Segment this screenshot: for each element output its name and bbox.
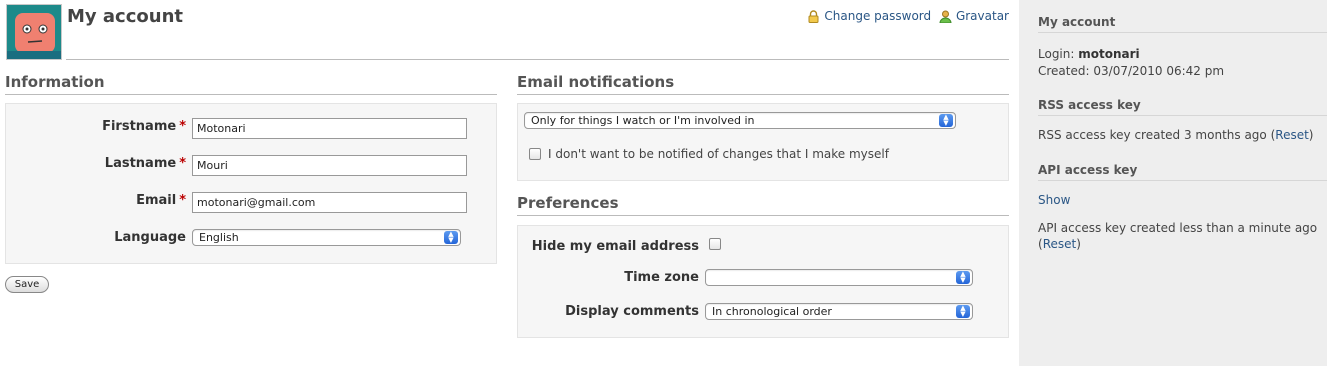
created-label: Created: [1038,64,1090,78]
api-info-line2: (Reset) [1038,236,1081,252]
avatar-face-icon [7,5,61,59]
information-box: Firstname* Lastname* Email* Language Eng… [5,103,497,264]
login-value: motonari [1078,47,1140,61]
rss-text: RSS access key created 3 months ago ( [1038,128,1276,142]
save-button[interactable]: Save [5,276,49,293]
api-close: ) [1076,237,1081,251]
time-zone-label: Time zone [624,270,699,285]
display-comments-label: Display comments [565,304,699,319]
sidebar: My account Login: motonari Created: 03/0… [1019,0,1327,366]
contextual-links: Change password Gravatar [803,9,1009,26]
gravatar-label: Gravatar [955,9,1009,23]
lastname-label: Lastname * [105,156,186,171]
select-arrows-icon: ▲ ▼ [939,114,953,127]
email-notifications-box: Only for things I watch or I'm involved … [517,103,1009,181]
rss-heading: RSS access key [1038,98,1327,116]
preferences-box: Hide my email address Time zone ▲ ▼ Displ… [517,225,1009,338]
sidebar-heading: My account [1038,15,1327,33]
email-label: Email * [136,193,186,208]
language-select[interactable]: English ▲ ▼ [192,229,461,246]
information-heading: Information [5,73,497,95]
rss-reset-link[interactable]: Reset [1275,128,1309,142]
user-icon [939,10,952,23]
email-notifications-heading: Email notifications [517,73,1009,95]
user-avatar [6,4,62,60]
select-arrows-icon: ▲ ▼ [956,305,970,318]
time-zone-select[interactable]: ▲ ▼ [705,269,973,286]
preferences-heading: Preferences [517,194,1009,216]
hide-email-checkbox[interactable] [709,238,721,250]
title-divider [66,59,1009,60]
email-input[interactable] [192,192,467,213]
notification-select-value: Only for things I watch or I'm involved … [531,114,755,127]
select-arrows-icon: ▲ ▼ [956,271,970,284]
change-password-label: Change password [824,9,932,23]
login-info: Login: motonari [1038,46,1140,62]
no-self-notified-label: I don't want to be notified of changes t… [548,147,889,161]
api-info-line1: API access key created less than a minut… [1038,221,1318,235]
language-select-value: English [199,231,239,244]
api-heading: API access key [1038,163,1327,181]
created-value: 03/07/2010 06:42 pm [1093,64,1225,78]
change-password-link[interactable]: Change password [807,9,931,23]
page-title: My account [67,6,183,27]
api-show-link[interactable]: Show [1038,193,1070,207]
api-reset-link[interactable]: Reset [1043,237,1077,251]
lastname-label-text: Lastname [104,156,177,171]
email-label-text: Email [136,193,177,208]
notification-select[interactable]: Only for things I watch or I'm involved … [524,112,956,129]
required-mark: * [179,119,186,134]
lock-icon [808,9,819,23]
display-comments-select[interactable]: In chronological order ▲ ▼ [705,303,973,320]
hide-email-label: Hide my email address [531,239,699,254]
firstname-label: Firstname * [102,119,186,134]
firstname-label-text: Firstname [102,119,177,134]
no-self-notified-checkbox[interactable] [529,148,541,160]
rss-close: ) [1308,128,1314,142]
gravatar-link[interactable]: Gravatar [939,9,1009,23]
login-label: Login: [1038,47,1075,61]
required-mark: * [179,193,186,208]
language-label: Language [114,230,186,245]
firstname-input[interactable] [192,118,467,139]
required-mark: * [179,156,186,171]
api-show-wrap: Show [1038,192,1070,208]
select-arrows-icon: ▲ ▼ [444,231,458,244]
lastname-input[interactable] [192,155,467,176]
created-info: Created: 03/07/2010 06:42 pm [1038,63,1224,79]
display-comments-select-value: In chronological order [712,305,832,318]
rss-info: RSS access key created 3 months ago (Res… [1038,127,1313,143]
